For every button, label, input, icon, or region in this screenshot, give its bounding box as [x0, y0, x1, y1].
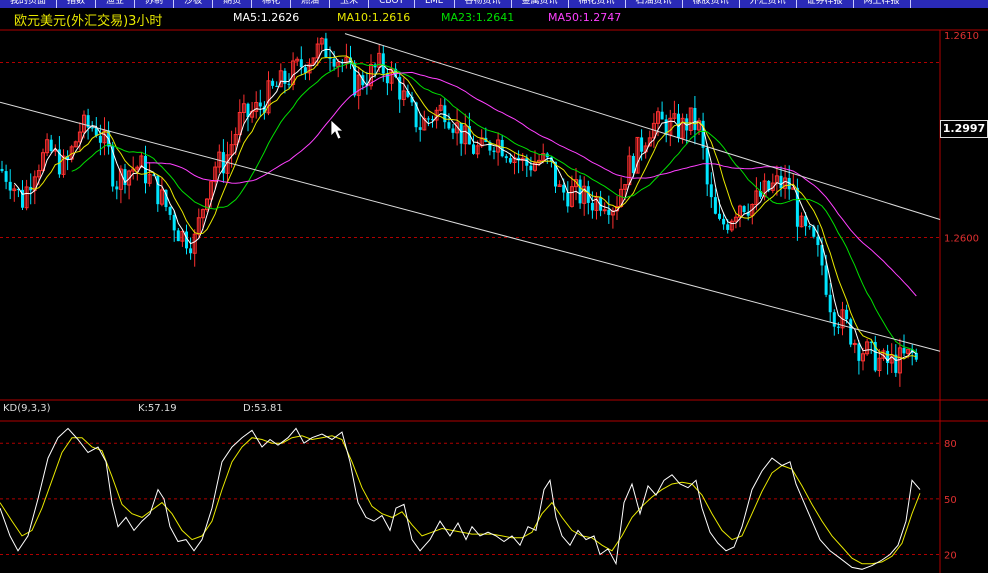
candle-body	[176, 230, 180, 242]
candle-body	[443, 105, 447, 123]
mouse-cursor-icon	[330, 119, 345, 140]
candle-body	[459, 122, 463, 144]
candle-body	[828, 294, 832, 313]
candle-body	[607, 209, 611, 215]
candle-body	[492, 150, 496, 153]
chart-canvas[interactable]: 1.2610 1.2600 80 50 20	[0, 0, 988, 573]
candle-body	[472, 144, 475, 154]
candle-body	[0, 168, 4, 172]
candle-body	[808, 226, 812, 228]
candle-body	[590, 202, 594, 211]
price-tick-label: 1.2610	[944, 31, 979, 42]
candle-body	[660, 111, 664, 120]
ma5-line	[13, 48, 917, 362]
candle-body	[779, 175, 783, 189]
candle-body	[98, 135, 102, 143]
candle-body	[857, 343, 861, 361]
candle-body	[578, 179, 582, 204]
candle-body	[562, 184, 566, 193]
d-line	[0, 435, 921, 565]
moving-average-lines	[13, 48, 917, 362]
candle-body	[299, 59, 303, 68]
candle-body	[832, 312, 836, 327]
candle-body	[693, 107, 697, 131]
candlestick-series	[0, 32, 918, 387]
candle-body	[566, 192, 570, 207]
candle-body	[275, 85, 279, 87]
candle-body	[49, 139, 53, 152]
candle-body	[426, 118, 430, 120]
candle-body	[742, 206, 746, 213]
price-tick-label: 1.2600	[944, 234, 979, 245]
candle-body	[709, 184, 713, 198]
kd-d-value: D:53.81	[243, 403, 283, 414]
grid-lines	[0, 29, 988, 573]
candle-body	[726, 224, 730, 230]
ma23-line	[71, 62, 917, 353]
candle-body	[381, 53, 385, 74]
candle-body	[8, 181, 12, 191]
candle-body	[508, 158, 512, 163]
candle-body	[168, 207, 172, 215]
candle-body	[824, 265, 828, 295]
kd-indicator-label: KD(9,3,3)	[3, 403, 51, 414]
candle-body	[525, 158, 529, 166]
candle-body	[172, 214, 176, 231]
candle-body	[718, 213, 721, 219]
candle-body	[115, 186, 119, 190]
candle-body	[500, 139, 504, 157]
kd-k-value: K:57.19	[138, 403, 177, 414]
trend-channel-lines	[0, 33, 941, 352]
kd-tick-label: 20	[944, 550, 957, 561]
candle-body	[836, 326, 840, 328]
candle-body	[722, 218, 726, 225]
candle-body	[324, 38, 328, 58]
candle-body	[631, 155, 635, 174]
candle-body	[418, 127, 422, 130]
candle-body	[713, 197, 717, 214]
candle-body	[849, 319, 853, 345]
kd-tick-label: 50	[944, 495, 957, 506]
candle-body	[4, 171, 8, 182]
candle-body	[271, 80, 275, 86]
candle-body	[451, 128, 455, 133]
candle-body	[332, 58, 336, 67]
current-price-box: 1.2997	[940, 120, 988, 138]
candle-body	[705, 147, 709, 185]
candle-body	[845, 309, 849, 320]
candle-body	[602, 209, 607, 212]
candle-body	[90, 127, 94, 129]
candle-body	[640, 137, 644, 152]
ma10-line	[30, 55, 917, 360]
candle-body	[816, 236, 820, 246]
candle-body	[287, 83, 291, 85]
candle-body	[529, 165, 533, 171]
candle-body	[447, 122, 451, 129]
upper-trend-line	[344, 33, 941, 220]
candle-body	[504, 156, 508, 159]
candle-body	[258, 102, 262, 107]
candle-body	[902, 347, 906, 354]
price-axis: 1.2610 1.2600 80 50 20	[944, 31, 979, 561]
candle-body	[189, 248, 193, 254]
kd-tick-label: 80	[944, 439, 957, 450]
